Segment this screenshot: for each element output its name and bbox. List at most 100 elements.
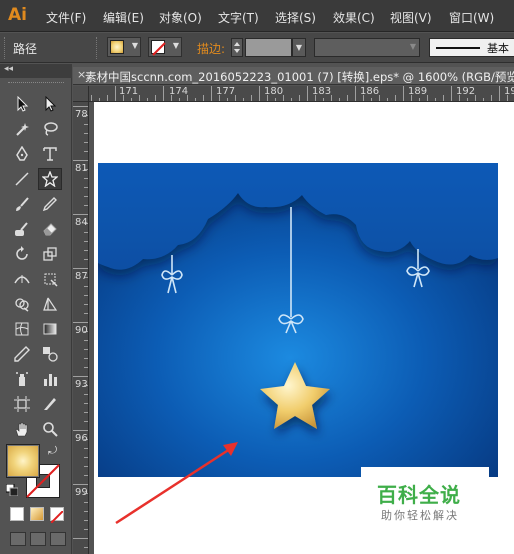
artboard-icon — [14, 396, 30, 412]
ruler-tick — [451, 86, 452, 101]
selection-tool[interactable] — [10, 93, 34, 115]
ruler-origin[interactable] — [73, 86, 89, 102]
column-graph-tool[interactable] — [38, 368, 62, 390]
fill-color-dropdown[interactable]: ▼ — [107, 37, 141, 57]
stroke-weight-stepper[interactable] — [231, 38, 243, 57]
magic-wand-tool[interactable] — [10, 118, 34, 140]
ruler-tick — [339, 98, 340, 101]
ruler-tick — [419, 98, 420, 101]
pencil-tool[interactable] — [38, 193, 62, 215]
ruler-label: 90 — [75, 325, 88, 336]
menu-edit[interactable]: 编辑(E) — [103, 9, 144, 26]
slice-tool[interactable] — [38, 393, 62, 415]
hand-tool[interactable] — [10, 418, 34, 440]
paintbrush-icon — [16, 197, 29, 211]
swap-fill-stroke-icon[interactable]: ⤾ — [48, 444, 57, 458]
ruler-tick — [73, 376, 88, 377]
menu-file[interactable]: 文件(F) — [46, 9, 86, 26]
paintbrush-tool[interactable] — [10, 193, 34, 215]
ruler-label: 186 — [360, 86, 380, 97]
menu-object[interactable]: 对象(O) — [159, 9, 202, 26]
line-segment-icon — [15, 172, 29, 186]
gradient-mode-button[interactable] — [30, 507, 44, 521]
pen-tool[interactable] — [10, 143, 34, 165]
control-bar-divider — [96, 37, 99, 59]
collapse-panel-icon[interactable]: ◂◂ — [4, 64, 13, 74]
illustrator-window: Ai 文件(F) 编辑(E) 对象(O) 文字(T) 选择(S) 效果(C) 视… — [0, 0, 514, 554]
ruler-tick — [84, 394, 88, 395]
pencil-icon — [42, 197, 57, 212]
mesh-icon — [15, 322, 29, 336]
stroke-weight-dropdown[interactable]: ▼ — [292, 38, 306, 57]
perspective-grid-tool[interactable] — [38, 293, 62, 315]
menu-effect[interactable]: 效果(C) — [333, 9, 375, 26]
ruler-tick — [139, 95, 140, 101]
tools-panel-grip[interactable] — [8, 82, 64, 86]
color-mode-button[interactable] — [10, 507, 24, 521]
width-icon — [14, 275, 30, 284]
ruler-tick — [483, 98, 484, 101]
default-fill-stroke-icon[interactable] — [6, 484, 18, 496]
control-bar-grip[interactable] — [4, 37, 7, 59]
red-arrow-annotation — [115, 442, 238, 525]
eyedropper-tool[interactable] — [10, 343, 34, 365]
ruler-label: 93 — [75, 379, 88, 390]
menu-select[interactable]: 选择(S) — [275, 9, 316, 26]
ruler-label: 78 — [75, 109, 88, 120]
ruler-tick — [73, 214, 88, 215]
line-segment-tool[interactable] — [10, 168, 34, 190]
gradient-tool[interactable] — [38, 318, 62, 340]
lasso-icon — [44, 122, 58, 136]
ruler-tick — [84, 295, 88, 296]
menu-view[interactable]: 视图(V) — [390, 9, 432, 26]
star-tool[interactable] — [38, 168, 62, 190]
draw-normal-button[interactable] — [10, 532, 26, 546]
ruler-tick — [131, 98, 132, 101]
ruler-label: 180 — [264, 86, 284, 97]
fill-color-swatch[interactable] — [6, 444, 40, 478]
tools-panel-header[interactable]: ◂◂ — [0, 64, 72, 78]
ruler-tick — [84, 187, 88, 188]
blob-brush-tool[interactable] — [10, 218, 34, 240]
ruler-tick — [371, 98, 372, 101]
brush-definition-dropdown[interactable]: 基本 — [429, 38, 514, 57]
ruler-tick — [307, 86, 308, 101]
free-transform-tool[interactable] — [38, 268, 62, 290]
ruler-tick — [84, 511, 88, 512]
ruler-tick — [403, 86, 404, 101]
rotate-tool[interactable] — [10, 243, 34, 265]
menu-type[interactable]: 文字(T) — [218, 9, 259, 26]
horizontal-ruler[interactable]: 171 174 177 180 183 186 189 192 19 — [89, 86, 514, 102]
ruler-tick — [291, 98, 292, 101]
draw-inside-button[interactable] — [50, 532, 66, 546]
stroke-weight-input[interactable] — [245, 38, 292, 57]
eraser-tool[interactable] — [38, 218, 62, 240]
ruler-tick — [84, 529, 88, 530]
ruler-tick — [203, 95, 204, 101]
none-mode-button[interactable] — [50, 507, 64, 524]
ruler-label: 81 — [75, 163, 88, 174]
document-title: 素材中国sccnn.com_2016052223_01001 (7) [转换].… — [85, 70, 514, 84]
stroke-color-dropdown[interactable]: ▼ — [148, 37, 182, 57]
draw-behind-button[interactable] — [30, 532, 46, 546]
symbol-sprayer-tool[interactable] — [10, 368, 34, 390]
mesh-tool[interactable] — [10, 318, 34, 340]
menu-window[interactable]: 窗口(W) — [449, 9, 494, 26]
document-tab[interactable]: × 素材中国sccnn.com_2016052223_01001 (7) [转换… — [73, 67, 514, 85]
shape-builder-tool[interactable] — [10, 293, 34, 315]
artboard-tool[interactable] — [10, 393, 34, 415]
zoom-tool[interactable] — [38, 418, 62, 440]
width-tool[interactable] — [10, 268, 34, 290]
vertical-ruler[interactable]: 78 81 84 87 90 93 96 99 — [73, 102, 89, 554]
variable-width-profile-dropdown[interactable]: ▼ — [314, 38, 420, 57]
blend-tool[interactable] — [38, 343, 62, 365]
stroke-weight-label[interactable]: 描边: — [197, 40, 225, 57]
rotate-icon — [16, 246, 28, 260]
selection-type-label: 路径 — [13, 42, 38, 56]
lasso-tool[interactable] — [38, 118, 62, 140]
type-tool[interactable] — [38, 143, 62, 165]
ruler-tick — [84, 349, 88, 350]
ruler-tick — [347, 95, 348, 101]
scale-tool[interactable] — [38, 243, 62, 265]
direct-selection-tool[interactable] — [38, 93, 62, 115]
